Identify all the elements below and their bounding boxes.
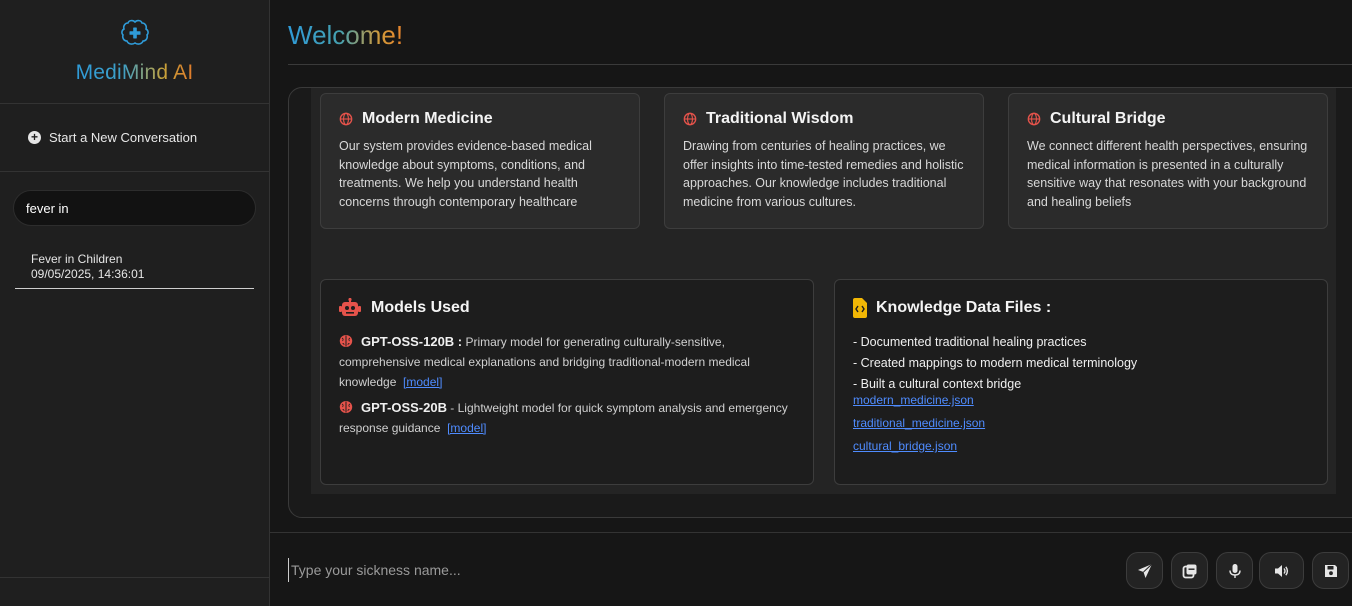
send-button[interactable] xyxy=(1126,552,1163,589)
new-conversation-label: Start a New Conversation xyxy=(49,130,198,145)
card-title-row: Modern Medicine xyxy=(339,110,621,128)
model-name: GPT-OSS-120B : xyxy=(361,334,463,349)
knowledge-bullet: - Built a cultural context bridge xyxy=(853,377,1022,391)
model-link[interactable]: [model] xyxy=(447,421,486,435)
card-title: Cultural Bridge xyxy=(1050,110,1166,127)
card-modern-medicine: Modern Medicine Our system provides evid… xyxy=(320,93,640,229)
globe-icon xyxy=(1027,112,1041,126)
conversation-item[interactable]: Fever in Children 09/05/2025, 14:36:01 xyxy=(15,252,254,289)
sidebar: MediMind AI + Start a New Conversation F… xyxy=(0,0,270,606)
info-panel-inner: Modern Medicine Our system provides evid… xyxy=(311,88,1336,494)
conversation-title: Fever in Children xyxy=(31,252,123,266)
plus-circle-icon: + xyxy=(28,131,41,144)
globe-icon xyxy=(339,112,353,126)
card-traditional-wisdom: Traditional Wisdom Drawing from centurie… xyxy=(664,93,984,229)
speaker-icon xyxy=(1274,564,1288,577)
welcome-heading: Welcome! xyxy=(288,20,404,50)
brain-icon xyxy=(339,335,353,347)
search-wrapper xyxy=(0,172,269,226)
copy-icon xyxy=(1182,564,1196,578)
knowledge-bullet: - Created mappings to modern medical ter… xyxy=(853,356,1138,370)
model-entry-120b: GPT-OSS-120B : Primary model for generat… xyxy=(339,332,795,392)
knowledge-title: Knowledge Data Files : xyxy=(876,299,1052,316)
sidebar-divider xyxy=(0,577,270,578)
send-icon xyxy=(1137,563,1152,578)
card-title-row: Cultural Bridge xyxy=(1027,110,1309,128)
knowledge-bullet: - Documented traditional healing practic… xyxy=(853,335,1087,349)
model-link[interactable]: [model] xyxy=(403,375,442,389)
card-text: Our system provides evidence-based medic… xyxy=(339,139,592,209)
card-title: Traditional Wisdom xyxy=(706,110,854,127)
brand-name: MediMind AI xyxy=(75,61,194,84)
models-card: Models Used GPT-OSS-120B : Primary model… xyxy=(320,279,814,485)
file-link-cultural-bridge[interactable]: cultural_bridge.json xyxy=(853,439,1309,453)
message-input-bar xyxy=(270,532,1352,606)
speaker-button[interactable] xyxy=(1259,552,1304,589)
model-entry-20b: GPT-OSS-20B - Lightweight model for quic… xyxy=(339,398,795,438)
copy-button[interactable] xyxy=(1171,552,1208,589)
brain-icon xyxy=(339,401,353,413)
app-root: MediMind AI + Start a New Conversation F… xyxy=(0,0,1352,606)
card-text: Drawing from centuries of healing practi… xyxy=(683,139,964,209)
globe-icon xyxy=(683,112,697,126)
knowledge-title-row: Knowledge Data Files : xyxy=(853,298,1309,318)
conversation-timestamp: 09/05/2025, 14:36:01 xyxy=(31,267,145,281)
file-link-modern-medicine[interactable]: modern_medicine.json xyxy=(853,393,1309,407)
model-name: GPT-OSS-20B xyxy=(361,400,447,415)
code-file-icon xyxy=(853,298,867,318)
conversation-search-input[interactable] xyxy=(13,190,256,226)
models-title-row: Models Used xyxy=(339,298,795,318)
info-panel: Modern Medicine Our system provides evid… xyxy=(288,87,1352,518)
new-conversation-button[interactable]: + Start a New Conversation xyxy=(0,104,269,172)
card-text: We connect different health perspectives… xyxy=(1027,139,1308,209)
card-cultural-bridge: Cultural Bridge We connect different hea… xyxy=(1008,93,1328,229)
microphone-icon xyxy=(1228,563,1241,578)
knowledge-card: Knowledge Data Files : - Documented trad… xyxy=(834,279,1328,485)
robot-icon xyxy=(339,298,361,316)
card-title: Modern Medicine xyxy=(362,110,493,127)
file-link-traditional-medicine[interactable]: traditional_medicine.json xyxy=(853,416,1309,430)
card-title-row: Traditional Wisdom xyxy=(683,110,965,128)
welcome-divider xyxy=(288,64,1352,65)
save-icon xyxy=(1324,564,1337,577)
main-area: Welcome! Modern Medicine Our system prov… xyxy=(270,0,1352,606)
microphone-button[interactable] xyxy=(1216,552,1253,589)
brand: MediMind AI xyxy=(0,0,269,104)
message-input[interactable] xyxy=(288,558,1088,582)
save-button[interactable] xyxy=(1312,552,1349,589)
models-title: Models Used xyxy=(371,299,470,316)
brain-plus-icon xyxy=(120,19,149,45)
